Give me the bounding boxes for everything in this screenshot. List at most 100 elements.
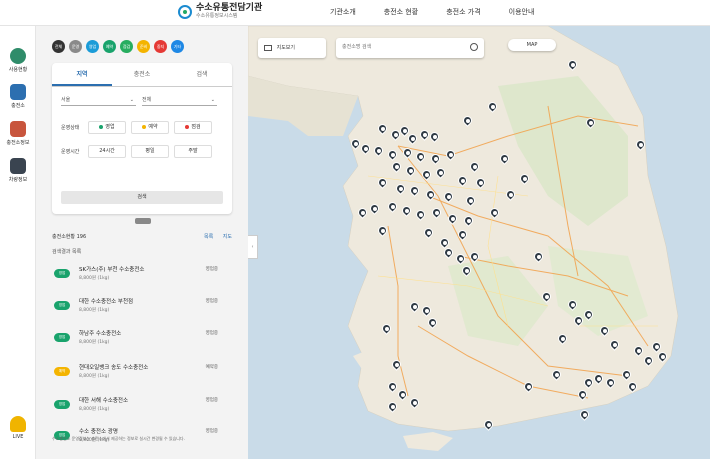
filter-circle-operating[interactable]: 운영 [69,40,82,53]
filter-circle-reserve[interactable]: 예약 [103,40,116,53]
site-logo[interactable]: 수소유통전담기관 수소유통정보시스템 [178,4,262,19]
station-marker[interactable] [424,188,437,202]
station-marker[interactable] [620,368,633,382]
station-marker[interactable] [522,380,535,394]
station-marker[interactable] [426,316,439,330]
station-marker[interactable] [394,182,407,196]
status-chip-open[interactable]: 영업 [88,121,126,134]
status-chip-check[interactable]: 점검 [174,121,212,134]
map-view[interactable]: 지도보기 MAP [248,26,710,459]
station-marker[interactable] [604,376,617,390]
filter-circle-etc[interactable]: 기타 [171,40,184,53]
station-marker[interactable] [372,144,385,158]
filter-circle-ready[interactable]: 준비 [137,40,150,53]
station-marker[interactable] [540,290,553,304]
station-marker[interactable] [368,202,381,216]
station-marker[interactable] [408,184,421,198]
station-marker[interactable] [408,396,421,410]
station-marker[interactable] [608,338,621,352]
station-marker[interactable] [464,194,477,208]
station-marker[interactable] [376,176,389,190]
station-marker[interactable] [482,418,495,432]
view-list-link[interactable]: 목록 [204,234,213,240]
station-marker[interactable] [376,122,389,136]
station-marker[interactable] [446,212,459,226]
station-marker[interactable] [454,252,467,266]
map-search-input[interactable] [342,38,462,56]
filter-circle-open[interactable]: 영업 [86,40,99,53]
station-marker[interactable] [578,408,591,422]
station-marker[interactable] [566,58,579,72]
station-marker[interactable] [428,130,441,144]
tab-station[interactable]: 충전소 [112,63,172,86]
station-marker[interactable] [632,344,645,358]
station-marker[interactable] [488,206,501,220]
station-marker[interactable] [404,164,417,178]
search-icon[interactable] [470,43,478,51]
station-marker[interactable] [460,264,473,278]
station-marker[interactable] [349,137,362,151]
tab-search[interactable]: 검색 [172,63,232,86]
view-map-link[interactable]: 지도 [223,234,232,240]
station-marker[interactable] [634,138,647,152]
station-marker[interactable] [504,188,517,202]
station-marker[interactable] [420,304,433,318]
station-marker[interactable] [356,206,369,220]
rail-item-station[interactable]: 충전소 [4,84,32,109]
region-select[interactable]: 서울 ⌄ [61,95,136,106]
station-marker[interactable] [486,100,499,114]
district-select[interactable]: 전체 ⌄ [142,95,217,106]
station-marker[interactable] [414,208,427,222]
rail-item-vehicle[interactable]: 차량정보 [4,158,32,183]
station-marker[interactable] [414,150,427,164]
station-marker[interactable] [582,376,595,390]
station-marker[interactable] [532,250,545,264]
station-marker[interactable] [550,368,563,382]
station-marker[interactable] [359,142,372,156]
station-marker[interactable] [420,168,433,182]
station-marker[interactable] [442,246,455,260]
time-chip-weekday[interactable]: 평일 [131,145,169,158]
nav-item-guide[interactable]: 이용안내 [509,7,535,17]
station-marker[interactable] [626,380,639,394]
list-item[interactable]: 영업 대한 수소충전소 부천점 8,800원 (1kg) 영업중 [52,294,232,324]
station-marker[interactable] [598,324,611,338]
station-marker[interactable] [462,214,475,228]
tab-region[interactable]: 지역 [52,63,112,86]
station-marker[interactable] [576,388,589,402]
station-marker[interactable] [390,160,403,174]
filter-collapse-tab[interactable] [135,218,151,224]
station-marker[interactable] [566,298,579,312]
time-chip-24h[interactable]: 24시간 [88,145,126,158]
station-marker[interactable] [418,128,431,142]
rail-item-live[interactable]: LIVE [4,416,32,440]
station-marker[interactable] [386,400,399,414]
map-search-box[interactable] [336,38,484,58]
station-marker[interactable] [386,380,399,394]
station-marker[interactable] [456,228,469,242]
nav-item-status[interactable]: 충전소 현황 [384,7,418,17]
station-marker[interactable] [429,152,442,166]
station-marker[interactable] [556,332,569,346]
station-marker[interactable] [389,128,402,142]
station-marker[interactable] [642,354,655,368]
station-marker[interactable] [406,132,419,146]
list-item[interactable]: 영업 SK가스(주) 부천 수소충전소 8,800원 (1kg) 영업중 [52,262,232,292]
station-marker[interactable] [396,388,409,402]
station-marker[interactable] [498,152,511,166]
station-marker[interactable] [582,308,595,322]
station-marker[interactable] [390,358,403,372]
station-marker[interactable] [584,116,597,130]
station-marker[interactable] [656,350,669,364]
list-item[interactable]: 영업 대한 서해 수소충전소 8,800원 (1kg) 영업중 [52,393,232,423]
time-chip-weekend[interactable]: 주말 [174,145,212,158]
filter-circle-all[interactable]: 전체 [52,40,65,53]
station-marker[interactable] [442,190,455,204]
station-marker[interactable] [518,172,531,186]
station-marker[interactable] [461,114,474,128]
list-item[interactable]: 영업 하남주 수소충전소 8,800원 (1kg) 영업중 [52,326,232,356]
station-marker[interactable] [408,300,421,314]
rail-item-info[interactable]: 충전소정보 [4,121,32,146]
station-marker[interactable] [572,314,585,328]
station-marker[interactable] [376,224,389,238]
